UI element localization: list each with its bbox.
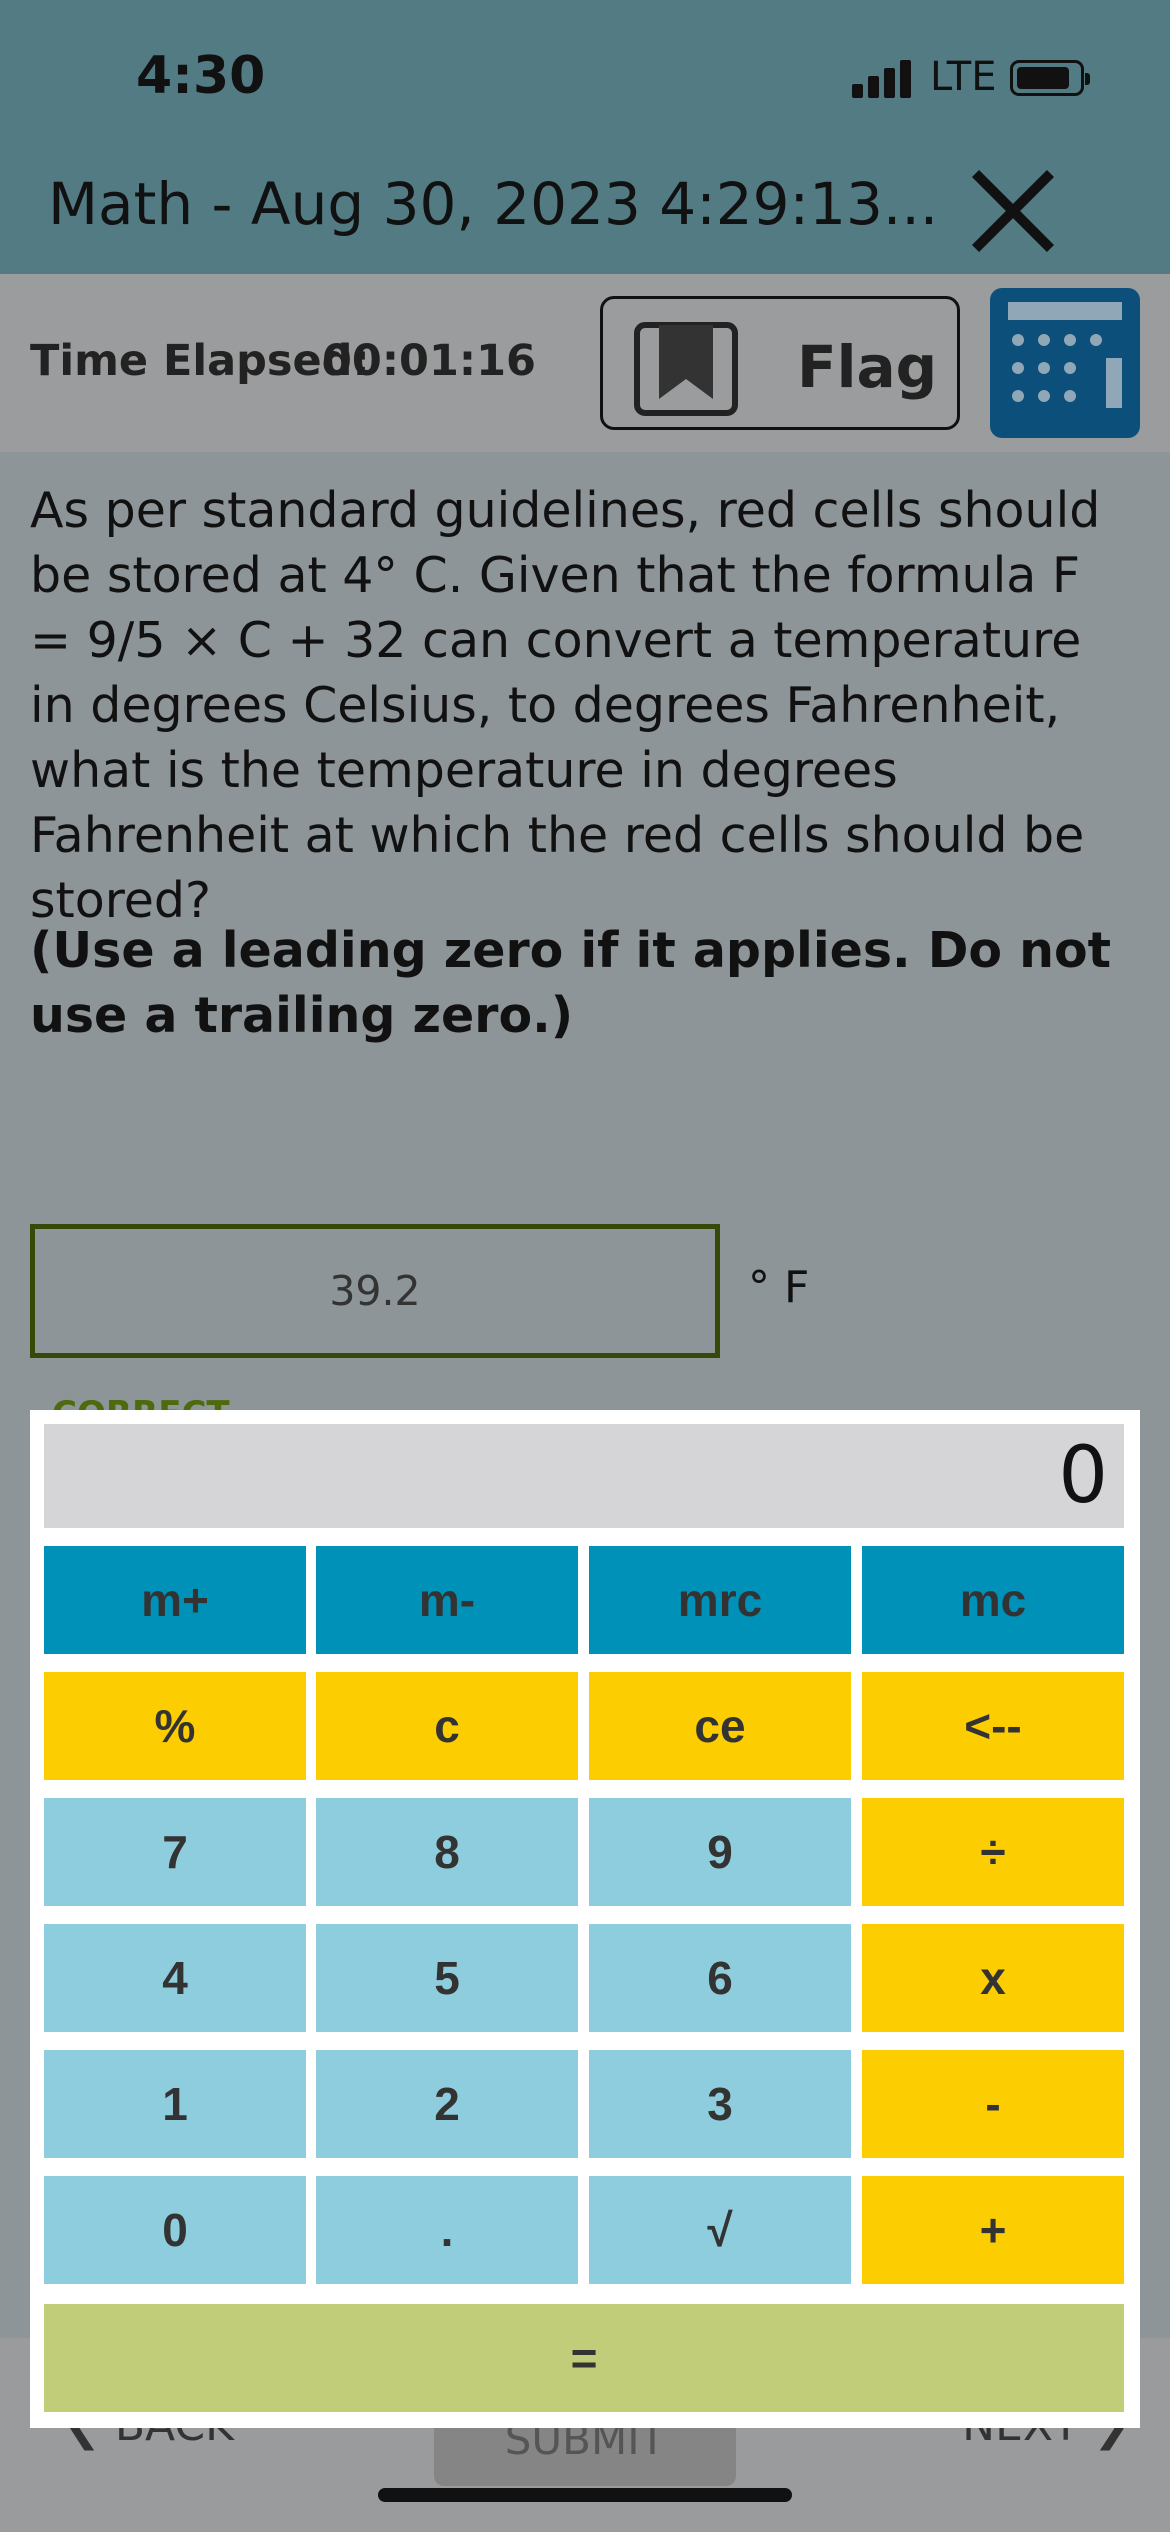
key-8[interactable]: 8 bbox=[316, 1798, 578, 1906]
status-time: 4:30 bbox=[136, 46, 266, 106]
time-elapsed-label: Time Elapsed: bbox=[30, 336, 370, 386]
key-clear-entry[interactable]: ce bbox=[589, 1672, 851, 1780]
key-4[interactable]: 4 bbox=[44, 1924, 306, 2032]
battery-icon bbox=[1010, 60, 1090, 96]
flag-button[interactable]: Flag bbox=[600, 296, 960, 430]
bookmark-icon bbox=[634, 322, 738, 416]
network-label: LTE bbox=[930, 54, 997, 100]
page-title: Math - Aug 30, 2023 4:29:13... bbox=[48, 170, 939, 238]
key-0[interactable]: 0 bbox=[44, 2176, 306, 2284]
signal-icon bbox=[852, 58, 912, 98]
key-backspace[interactable]: <-- bbox=[862, 1672, 1124, 1780]
answer-field[interactable] bbox=[30, 1224, 720, 1358]
key-1[interactable]: 1 bbox=[44, 2050, 306, 2158]
key-m-plus[interactable]: m+ bbox=[44, 1546, 306, 1654]
key-mrc[interactable]: mrc bbox=[589, 1546, 851, 1654]
question-instruction: (Use a leading zero if it applies. Do no… bbox=[30, 922, 1112, 1044]
key-multiply[interactable]: x bbox=[862, 1924, 1124, 2032]
key-6[interactable]: 6 bbox=[589, 1924, 851, 2032]
time-elapsed-value: 00:01:16 bbox=[322, 336, 536, 386]
key-decimal[interactable]: . bbox=[316, 2176, 578, 2284]
flag-label: Flag bbox=[797, 333, 938, 401]
key-equals[interactable]: = bbox=[44, 2304, 1124, 2412]
key-3[interactable]: 3 bbox=[589, 2050, 851, 2158]
key-percent[interactable]: % bbox=[44, 1672, 306, 1780]
calculator-panel: 0 m+ m- mrc mc % c ce <-- 7 8 9 ÷ 4 5 6 … bbox=[30, 1410, 1140, 2428]
question-text: As per standard guidelines, red cells sh… bbox=[30, 482, 1101, 929]
key-add[interactable]: + bbox=[862, 2176, 1124, 2284]
calculator-icon bbox=[1008, 302, 1122, 408]
answer-unit: ° F bbox=[748, 1262, 810, 1313]
home-indicator bbox=[378, 2488, 792, 2502]
key-5[interactable]: 5 bbox=[316, 1924, 578, 2032]
key-7[interactable]: 7 bbox=[44, 1798, 306, 1906]
calculator-button[interactable] bbox=[990, 288, 1140, 438]
status-bar: 4:30 LTE bbox=[0, 0, 1170, 150]
key-2[interactable]: 2 bbox=[316, 2050, 578, 2158]
close-button[interactable] bbox=[968, 166, 1058, 256]
key-mc[interactable]: mc bbox=[862, 1546, 1124, 1654]
calculator-display: 0 bbox=[44, 1424, 1124, 1528]
key-9[interactable]: 9 bbox=[589, 1798, 851, 1906]
key-subtract[interactable]: - bbox=[862, 2050, 1124, 2158]
key-square-root[interactable]: √ bbox=[589, 2176, 851, 2284]
key-divide[interactable]: ÷ bbox=[862, 1798, 1124, 1906]
toolbar: Time Elapsed: 00:01:16 Flag bbox=[0, 274, 1170, 452]
key-m-minus[interactable]: m- bbox=[316, 1546, 578, 1654]
key-clear[interactable]: c bbox=[316, 1672, 578, 1780]
answer-input[interactable] bbox=[75, 1267, 675, 1315]
